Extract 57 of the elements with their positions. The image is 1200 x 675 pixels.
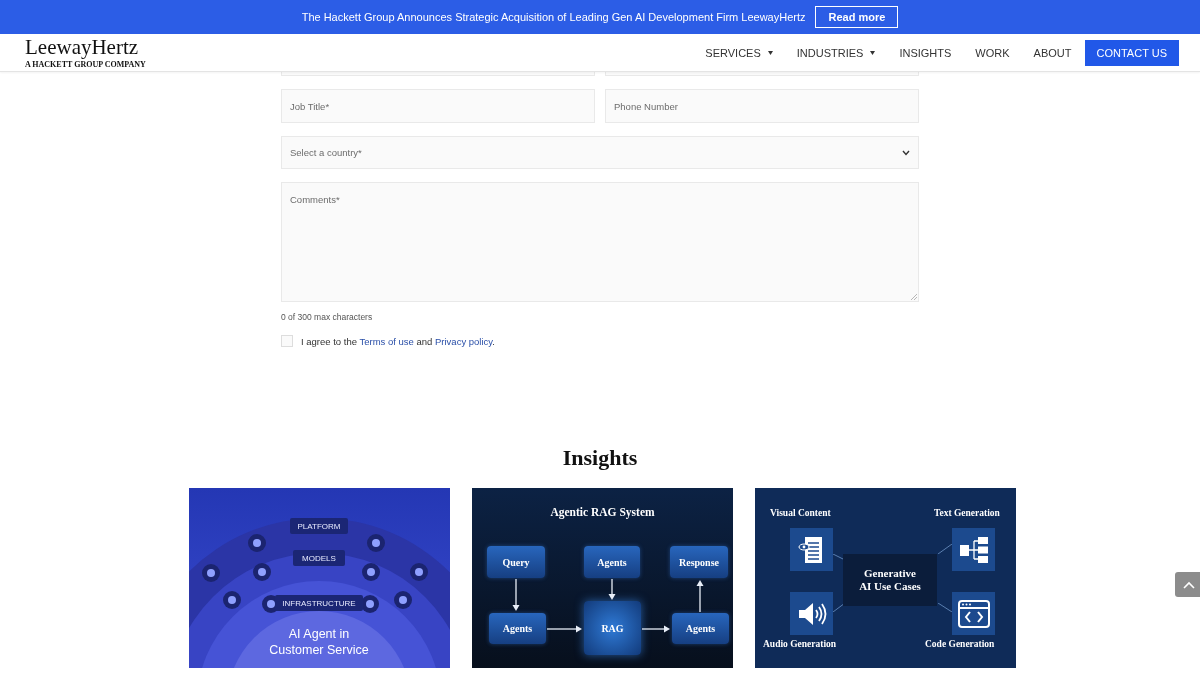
- terms-link[interactable]: Terms of use: [359, 335, 414, 347]
- connector-line: [833, 554, 845, 560]
- input-field[interactable]: Phone Number: [605, 89, 919, 123]
- center-label: Generative AI Use Cases: [843, 554, 937, 606]
- caret-icon: [870, 50, 876, 55]
- round-logo-icon: [410, 563, 428, 581]
- flow-node: Agents: [672, 613, 729, 644]
- card-title: AI Agent in Customer Service: [268, 626, 370, 658]
- consent-checkbox[interactable]: [281, 335, 293, 347]
- announcement-text: The Hackett Group Announces Strategic Acquisition of Leading Gen AI Development Firm LeewayHertz: [301, 11, 806, 23]
- use-case-label: Code Generation: [925, 639, 995, 649]
- read-more-button[interactable]: Read more: [815, 6, 899, 28]
- flow-node: RAG: [584, 601, 641, 655]
- connector-line: [938, 603, 952, 612]
- round-logo-icon: [248, 534, 266, 552]
- nav-link[interactable]: WORK: [963, 46, 1022, 59]
- comments-field[interactable]: Comments*: [281, 182, 919, 302]
- nav-link[interactable]: SERVICES: [693, 46, 785, 59]
- country-select[interactable]: Select a country*: [281, 136, 919, 169]
- speaker-icon: [796, 600, 827, 627]
- connector-line: [938, 544, 952, 554]
- input-field[interactable]: Job Title*: [281, 89, 595, 123]
- flow-node: Agents: [489, 613, 546, 644]
- round-logo-icon: [361, 595, 379, 613]
- layer-label: PLATFORM: [290, 518, 348, 534]
- layer-label: MODELS: [293, 550, 345, 566]
- consent-text: I agree to the Terms of use and Privacy policy.: [301, 335, 495, 347]
- round-logo-icon: [253, 563, 271, 581]
- use-case-label: Audio Generation: [763, 639, 837, 649]
- use-case-label: Visual Content: [770, 508, 831, 518]
- chevron-up-icon: [1183, 580, 1195, 589]
- round-logo-icon: [367, 534, 385, 552]
- section-heading: Insights: [562, 445, 638, 471]
- layer-label: INFRASTRUCTURE: [275, 595, 363, 611]
- chevron-down-icon: [902, 149, 910, 156]
- character-counter: 0 of 300 max characters: [281, 312, 374, 322]
- tree-list-icon: [958, 535, 989, 564]
- contact-button[interactable]: CONTACT US: [1084, 39, 1179, 66]
- resize-handle-icon[interactable]: [911, 294, 917, 300]
- round-logo-icon: [223, 591, 241, 609]
- nav-link[interactable]: INDUSTRIES: [784, 46, 888, 59]
- round-logo-icon: [202, 564, 220, 582]
- code-window-icon: [957, 599, 990, 628]
- round-logo-icon: [394, 591, 412, 609]
- flow-node: Agents: [584, 546, 640, 578]
- diagram-title: Agentic RAG System: [549, 506, 656, 518]
- scroll-top-button[interactable]: [1175, 572, 1200, 597]
- connector-line: [833, 603, 845, 612]
- flow-node: Query: [487, 546, 545, 578]
- flow-node: Response: [670, 546, 728, 578]
- round-logo-icon: [362, 563, 380, 581]
- nav-link[interactable]: INSIGHTS: [887, 46, 964, 59]
- logo[interactable]: LeewayHertz: [25, 36, 146, 58]
- nav-link[interactable]: ABOUT: [1021, 46, 1084, 59]
- tagline: A HACKETT GROUP COMPANY: [25, 60, 146, 69]
- caret-icon: [767, 50, 773, 55]
- use-case-label: Text Generation: [934, 508, 1000, 518]
